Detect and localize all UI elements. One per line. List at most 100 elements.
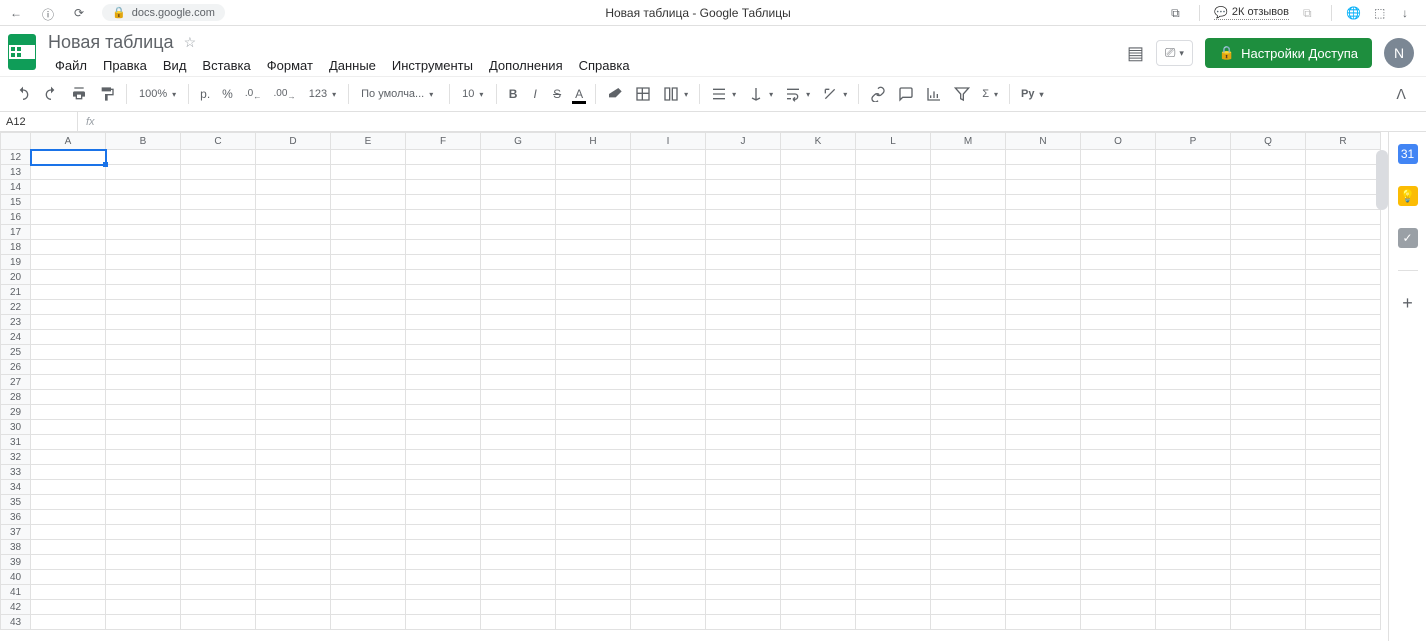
cell[interactable] [1231, 465, 1306, 480]
cell[interactable] [331, 405, 406, 420]
cell[interactable] [1231, 150, 1306, 165]
cell[interactable] [481, 375, 556, 390]
cell[interactable] [106, 585, 181, 600]
cell[interactable] [481, 345, 556, 360]
cell[interactable] [31, 390, 106, 405]
cell[interactable] [1306, 345, 1381, 360]
cell[interactable] [406, 585, 481, 600]
cell[interactable] [706, 330, 781, 345]
cell[interactable] [1081, 600, 1156, 615]
cell[interactable] [256, 255, 331, 270]
cell[interactable] [931, 255, 1006, 270]
cell[interactable] [706, 420, 781, 435]
cell[interactable] [256, 270, 331, 285]
cell[interactable] [481, 285, 556, 300]
cell[interactable] [106, 225, 181, 240]
cell[interactable] [106, 270, 181, 285]
cell[interactable] [931, 165, 1006, 180]
cell[interactable] [1081, 300, 1156, 315]
cell[interactable] [331, 345, 406, 360]
cell[interactable] [856, 240, 931, 255]
cell[interactable] [1156, 270, 1231, 285]
cell[interactable] [931, 450, 1006, 465]
cell[interactable] [781, 525, 856, 540]
cell[interactable] [856, 405, 931, 420]
cell[interactable] [706, 405, 781, 420]
cell[interactable] [1156, 360, 1231, 375]
cell[interactable] [106, 255, 181, 270]
cell[interactable] [1006, 150, 1081, 165]
cell[interactable] [256, 300, 331, 315]
cell[interactable] [631, 240, 706, 255]
cell[interactable] [1231, 345, 1306, 360]
row-header[interactable]: 33 [1, 465, 31, 480]
column-header[interactable]: E [331, 133, 406, 150]
cell[interactable] [931, 525, 1006, 540]
cell[interactable] [331, 570, 406, 585]
cell[interactable] [1006, 480, 1081, 495]
functions-button[interactable]: Σ [977, 84, 1003, 104]
cell[interactable] [106, 300, 181, 315]
cell[interactable] [631, 465, 706, 480]
cell[interactable] [1231, 600, 1306, 615]
cell[interactable] [781, 510, 856, 525]
cell[interactable] [781, 165, 856, 180]
cell[interactable] [1231, 570, 1306, 585]
column-header[interactable]: C [181, 133, 256, 150]
cell[interactable] [1231, 285, 1306, 300]
cell[interactable] [256, 540, 331, 555]
cell[interactable] [181, 300, 256, 315]
cell[interactable] [1231, 375, 1306, 390]
menu-file[interactable]: Файл [48, 55, 94, 76]
cell[interactable] [1081, 495, 1156, 510]
input-tools-button[interactable]: Ру [1016, 84, 1048, 104]
font-size-dropdown[interactable]: 10 [456, 84, 490, 104]
cell[interactable] [1156, 495, 1231, 510]
cell[interactable] [931, 330, 1006, 345]
cell[interactable] [1156, 375, 1231, 390]
cell[interactable] [631, 525, 706, 540]
cell[interactable] [406, 300, 481, 315]
row-header[interactable]: 41 [1, 585, 31, 600]
cell[interactable] [781, 345, 856, 360]
cell[interactable] [556, 225, 631, 240]
row-header[interactable]: 19 [1, 255, 31, 270]
cell[interactable] [1306, 525, 1381, 540]
cell[interactable] [931, 375, 1006, 390]
cell[interactable] [1231, 555, 1306, 570]
cell[interactable] [856, 555, 931, 570]
cell[interactable] [181, 285, 256, 300]
cell[interactable] [1306, 480, 1381, 495]
cell[interactable] [406, 150, 481, 165]
menu-tools[interactable]: Инструменты [385, 55, 480, 76]
cell[interactable] [256, 315, 331, 330]
cell[interactable] [181, 525, 256, 540]
cell[interactable] [481, 555, 556, 570]
cell[interactable] [1156, 555, 1231, 570]
cell[interactable] [106, 150, 181, 165]
cell[interactable] [31, 600, 106, 615]
cell[interactable] [1006, 570, 1081, 585]
zoom-dropdown[interactable]: 100% [133, 84, 182, 104]
cell[interactable] [556, 345, 631, 360]
cell[interactable] [1231, 435, 1306, 450]
cell[interactable] [1156, 435, 1231, 450]
cell[interactable] [181, 600, 256, 615]
row-header[interactable]: 13 [1, 165, 31, 180]
cell[interactable] [181, 225, 256, 240]
cell[interactable] [856, 510, 931, 525]
cell[interactable] [31, 480, 106, 495]
cell[interactable] [331, 615, 406, 630]
italic-button[interactable]: I [525, 83, 545, 105]
cell[interactable] [181, 555, 256, 570]
cell[interactable] [256, 585, 331, 600]
cell[interactable] [406, 390, 481, 405]
back-icon[interactable]: ← [10, 6, 24, 20]
cell[interactable] [856, 615, 931, 630]
cell[interactable] [106, 165, 181, 180]
cell[interactable] [1156, 315, 1231, 330]
cell[interactable] [406, 375, 481, 390]
cell[interactable] [256, 210, 331, 225]
cell[interactable] [1081, 465, 1156, 480]
extensions-icon[interactable]: ⬚ [1374, 6, 1388, 20]
